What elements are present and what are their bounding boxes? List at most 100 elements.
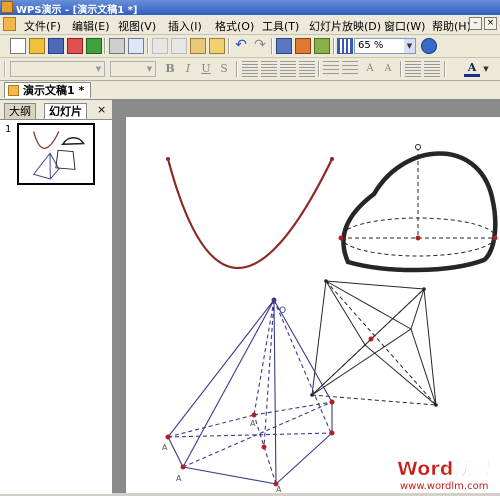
italic-button[interactable]: I <box>180 61 196 77</box>
close-window-icon[interactable]: × <box>484 17 497 30</box>
slide-thumbnail[interactable] <box>17 123 95 185</box>
menu-window[interactable]: 窗口(W) <box>384 18 425 34</box>
slide-thumbnail-preview <box>32 131 85 180</box>
chevron-down-icon[interactable]: ▼ <box>144 62 155 76</box>
close-panel-icon[interactable]: × <box>97 103 106 116</box>
numbered-list-icon[interactable] <box>323 61 339 77</box>
parabola-endpoint <box>330 157 334 161</box>
send-mail-icon[interactable] <box>86 38 102 54</box>
octahedron-vertex <box>434 403 438 407</box>
tab-outline[interactable]: 大纲 <box>4 103 36 119</box>
align-right-icon[interactable] <box>280 61 296 77</box>
octahedron-vertex <box>310 393 314 397</box>
hexagonal-pyramid[interactable] <box>167 299 333 485</box>
zoom-value: 65 % <box>358 40 384 51</box>
increase-indent-icon[interactable] <box>424 61 440 77</box>
align-center-icon[interactable] <box>261 61 277 77</box>
pyramid-base-point <box>329 399 335 405</box>
octahedron-vertex <box>422 287 426 291</box>
document-icon[interactable] <box>3 17 16 31</box>
toolbar-separator <box>236 61 238 77</box>
toolbar-grip <box>4 61 6 77</box>
font-color-icon[interactable]: A <box>464 61 480 77</box>
parabola-curve[interactable] <box>166 158 333 270</box>
cut-icon[interactable] <box>152 38 168 54</box>
slides-panel: 大纲 幻灯片 × 1 <box>0 100 113 494</box>
shadow-button[interactable]: S <box>216 61 232 77</box>
chevron-down-icon[interactable]: ▼ <box>404 39 415 53</box>
toolbar-separator <box>333 38 335 54</box>
grid-icon[interactable] <box>337 38 353 54</box>
slide-number: 1 <box>5 124 12 135</box>
tab-slides[interactable]: 幻灯片 <box>44 103 87 119</box>
slide-canvas[interactable]: O A A A A <box>126 117 500 494</box>
format-painter-icon[interactable] <box>209 38 225 54</box>
help-icon[interactable] <box>421 38 437 54</box>
decrease-font-icon[interactable]: A <box>380 61 396 77</box>
export-pdf-icon[interactable] <box>67 38 83 54</box>
document-tab-bar: 演示文稿1 * <box>0 81 500 100</box>
insert-picture-icon[interactable] <box>314 38 330 54</box>
chevron-down-icon[interactable]: ▼ <box>93 62 104 76</box>
minimize-icon[interactable]: – <box>469 17 482 30</box>
toolbar-separator <box>228 38 230 54</box>
pyramid-base-point <box>251 412 257 418</box>
menu-file[interactable]: 文件(F) <box>24 18 61 34</box>
octahedron[interactable] <box>311 280 437 406</box>
hemisphere-top-point <box>415 144 421 150</box>
menu-slideshow[interactable]: 幻灯片放映(D) <box>309 18 381 34</box>
save-icon[interactable] <box>48 38 64 54</box>
font-size-select[interactable]: ▼ <box>110 61 156 77</box>
toolbar-separator <box>400 61 402 77</box>
increase-font-icon[interactable]: A <box>362 61 378 77</box>
hemisphere-edge-point <box>338 235 344 241</box>
copy-icon[interactable] <box>171 38 187 54</box>
align-left-icon[interactable] <box>242 61 258 77</box>
pyramid-apex-point <box>271 297 277 303</box>
underline-button[interactable]: U <box>198 61 214 77</box>
print-icon[interactable] <box>109 38 125 54</box>
new-document-icon[interactable] <box>10 38 26 54</box>
hemisphere-edge-point <box>492 235 498 241</box>
print-preview-icon[interactable] <box>128 38 144 54</box>
toolbar-separator <box>444 61 446 77</box>
menu-format[interactable]: 格式(O) <box>215 18 254 34</box>
decrease-indent-icon[interactable] <box>405 61 421 77</box>
insert-chart-icon[interactable] <box>295 38 311 54</box>
hemisphere-center-point <box>415 235 421 241</box>
undo-icon[interactable]: ↶ <box>233 38 249 54</box>
bold-button[interactable]: B <box>162 61 178 77</box>
insert-table-icon[interactable] <box>276 38 292 54</box>
window-title: WPS演示 - [演示文稿1 *] <box>16 5 138 16</box>
slide-list: 1 <box>0 119 112 494</box>
menu-view[interactable]: 视图(V) <box>118 18 156 34</box>
menu-help[interactable]: 帮助(H) <box>432 18 471 34</box>
redo-icon[interactable]: ↷ <box>252 38 268 54</box>
watermark-url: www.wordlm.com <box>400 481 488 492</box>
formatting-toolbar: ▼ ▼ B I U S A A A ▼ <box>0 58 500 81</box>
menu-tools[interactable]: 工具(T) <box>262 18 299 34</box>
toolbar-separator <box>104 38 106 54</box>
title-bar: WPS演示 - [演示文稿1 *] <box>0 0 500 16</box>
menu-insert[interactable]: 插入(I) <box>168 18 202 34</box>
bulleted-list-icon[interactable] <box>342 61 358 77</box>
zoom-select[interactable]: 65 % ▼ <box>354 38 416 54</box>
toolbar-separator <box>318 61 320 77</box>
justify-icon[interactable] <box>299 61 315 77</box>
slide-editor: O A A A A <box>113 100 500 494</box>
document-tab[interactable]: 演示文稿1 * <box>4 82 92 98</box>
paste-icon[interactable] <box>190 38 206 54</box>
open-folder-icon[interactable] <box>29 38 45 54</box>
slide-drawing: O A A A A <box>162 144 498 494</box>
point-label-a: A <box>162 443 168 452</box>
octahedron-center-point <box>368 336 374 342</box>
point-label-o: O <box>279 306 286 316</box>
hemisphere-outline[interactable] <box>341 151 498 273</box>
chevron-down-icon[interactable]: ▼ <box>481 61 491 77</box>
point-label-a: A <box>276 485 282 493</box>
pyramid-base-point <box>329 430 335 436</box>
watermark-brand: Word联盟 <box>397 458 491 480</box>
pyramid-base-point <box>180 464 186 470</box>
menu-edit[interactable]: 编辑(E) <box>72 18 110 34</box>
font-name-select[interactable]: ▼ <box>10 61 105 77</box>
